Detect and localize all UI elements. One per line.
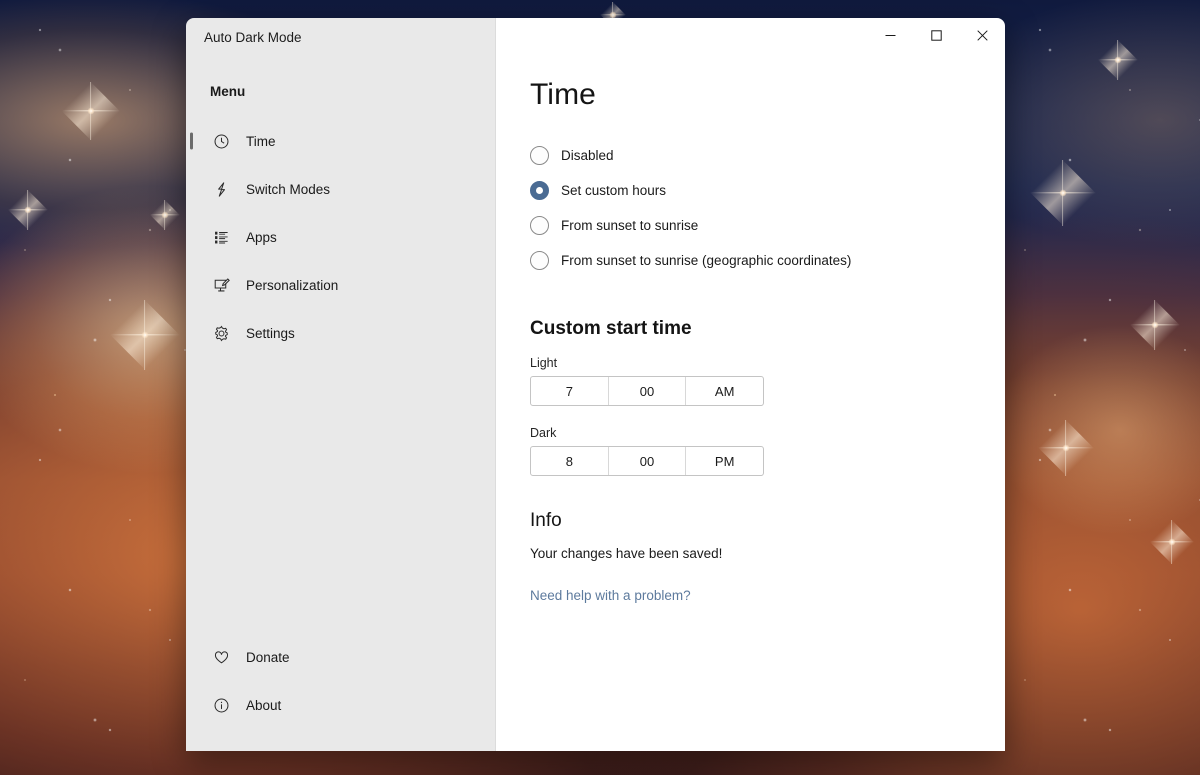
maximize-button[interactable] [913,18,959,52]
selection-indicator [190,132,193,150]
dark-hour-field[interactable]: 8 [531,447,609,475]
sidebar-nav: Time Switch Modes Apps Personalization S… [186,121,495,361]
close-button[interactable] [959,18,1005,52]
lightning-bolt-icon [210,181,232,198]
content-pane: Time Disabled Set custom hours From suns… [496,18,1005,751]
sidebar-item-donate[interactable]: Donate [186,637,495,677]
radio-label: Disabled [561,148,614,163]
minimize-button[interactable] [867,18,913,52]
sidebar-item-time[interactable]: Time [186,121,495,161]
sidebar-item-switch-modes[interactable]: Switch Modes [186,169,495,209]
radio-option-sunset-to-sunrise-geo[interactable]: From sunset to sunrise (geographic coord… [530,243,1005,278]
radio-indicator [530,216,549,235]
radio-option-set-custom-hours[interactable]: Set custom hours [530,173,1005,208]
radio-indicator [530,146,549,165]
list-icon [210,229,232,246]
radio-option-sunset-to-sunrise[interactable]: From sunset to sunrise [530,208,1005,243]
dark-meridiem-field[interactable]: PM [686,447,763,475]
dark-time-picker[interactable]: 8 00 PM [530,446,764,476]
sidebar-item-label: Time [246,133,276,149]
close-icon [976,29,988,41]
radio-label: Set custom hours [561,183,667,198]
info-circle-icon [210,697,232,714]
radio-label: From sunset to sunrise [561,218,699,233]
help-link[interactable]: Need help with a problem? [530,588,691,603]
sidebar-item-label: Personalization [246,277,339,293]
light-time-label: Light [530,356,558,370]
gear-icon [210,325,232,342]
dark-time-label: Dark [530,426,557,440]
sidebar-item-settings[interactable]: Settings [186,313,495,353]
light-minute-field[interactable]: 00 [609,377,687,405]
sidebar-item-personalization[interactable]: Personalization [186,265,495,305]
status-message: Your changes have been saved! [530,546,723,561]
minimize-icon [885,34,895,36]
auto-dark-mode-window: Auto Dark Mode Menu Time Switch Modes Ap… [186,18,1005,751]
time-settings-panel: Time Disabled Set custom hours From suns… [496,18,1005,605]
sidebar-item-label: Switch Modes [246,181,331,197]
sidebar-item-label: Donate [246,649,290,665]
heart-icon [210,649,232,666]
custom-start-time-heading: Custom start time [530,318,692,339]
dark-minute-field[interactable]: 00 [609,447,687,475]
sidebar-heading: Menu [210,84,246,99]
sidebar-bottom-nav: Donate About [186,637,495,751]
page-title: Time [530,78,596,111]
sidebar-item-label: About [246,697,282,713]
light-meridiem-field[interactable]: AM [686,377,763,405]
window-controls [867,18,1005,52]
sidebar-item-label: Apps [246,229,277,245]
sidebar: Auto Dark Mode Menu Time Switch Modes Ap… [186,18,496,751]
app-title: Auto Dark Mode [204,30,302,45]
light-hour-field[interactable]: 7 [531,377,609,405]
radio-option-disabled[interactable]: Disabled [530,138,1005,173]
clock-icon [210,133,232,150]
monitor-pen-icon [210,277,232,294]
radio-label: From sunset to sunrise (geographic coord… [561,253,852,268]
sidebar-item-label: Settings [246,325,295,341]
maximize-icon [930,29,942,41]
radio-indicator [530,251,549,270]
light-time-picker[interactable]: 7 00 AM [530,376,764,406]
info-heading: Info [530,510,562,531]
radio-indicator-selected [530,181,549,200]
sidebar-item-apps[interactable]: Apps [186,217,495,257]
mode-radio-group: Disabled Set custom hours From sunset to… [530,138,1005,278]
sidebar-item-about[interactable]: About [186,685,495,725]
